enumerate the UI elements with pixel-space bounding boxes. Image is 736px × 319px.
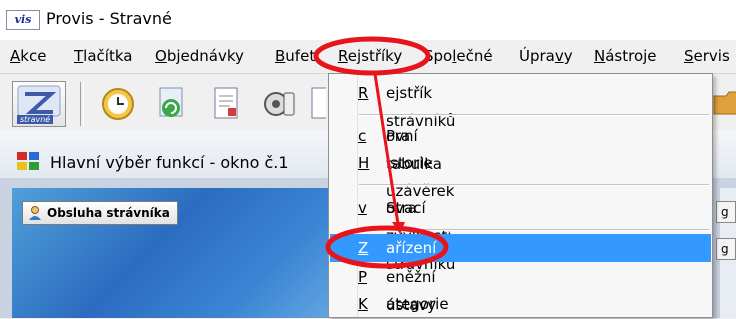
window-title: Provis - Stravné bbox=[46, 9, 172, 28]
app-logo-icon: vis bbox=[6, 10, 40, 30]
menu-akce[interactable]: Akce bbox=[10, 47, 46, 65]
menu-bufet[interactable]: Bufet bbox=[275, 47, 315, 65]
menu-nastroje[interactable]: Nástroje bbox=[594, 47, 657, 65]
menu-tlacitka[interactable]: Tlačítka bbox=[74, 47, 132, 65]
menu-item-penezni-ustavy[interactable]: Peněžní ústavy bbox=[330, 263, 711, 314]
refresh-document-icon[interactable] bbox=[152, 84, 190, 122]
menu-bar: Akce Tlačítka Objednávky Bufet Rejstříky… bbox=[0, 40, 736, 73]
partial-document-icon[interactable] bbox=[308, 84, 326, 122]
menu-item-zarizeni[interactable]: Zařízení bbox=[330, 234, 711, 262]
card-reader-icon[interactable] bbox=[260, 84, 298, 122]
menu-item-kategorie[interactable]: Kategorie bbox=[330, 290, 711, 318]
toolbar-separator bbox=[80, 82, 84, 126]
menu-item-pracovni-tabulka[interactable]: Pra c ovní tabulka bbox=[330, 122, 711, 173]
stravne-button-label: stravné bbox=[17, 115, 54, 124]
menu-separator bbox=[359, 114, 709, 116]
menu-item-historie-uzaverek[interactable]: Historie uzávěrek bbox=[330, 149, 711, 200]
edge-button[interactable]: g o bbox=[716, 201, 736, 223]
clock-icon[interactable] bbox=[98, 84, 136, 122]
menu-upravy[interactable]: Úpravy bbox=[519, 47, 573, 65]
menu-servis[interactable]: Servis bbox=[684, 47, 730, 65]
folder-icon[interactable] bbox=[712, 84, 736, 122]
menu-item-stravovaci-cykly[interactable]: Stravovací zyyklosti strávníků bbox=[330, 194, 711, 273]
document-icon[interactable] bbox=[206, 84, 244, 122]
edge-button[interactable]: g o bbox=[716, 238, 736, 260]
obsluha-stravnika-label: Obsluha strávníka bbox=[47, 206, 170, 220]
menu-item-rejstrik-stravniku[interactable]: Rejstřík strávníků bbox=[330, 79, 711, 130]
menu-objednavky[interactable]: Objednávky bbox=[155, 47, 244, 65]
functions-window-icon bbox=[17, 152, 39, 170]
menu-separator bbox=[359, 229, 709, 231]
menu-spolecne[interactable]: Společné bbox=[424, 47, 493, 65]
title-bar: vis Provis - Stravné bbox=[0, 0, 736, 40]
rejstriky-dropdown-menu: Rejstřík strávníků Pra c ovní tabulka Hist… bbox=[328, 73, 713, 318]
inner-window-title: Hlavní výběr funkcí - okno č.1 bbox=[50, 153, 289, 172]
obsluha-stravnika-button[interactable]: Obsluha strávníka bbox=[22, 201, 178, 225]
menu-rejstriky[interactable]: Rejstříky bbox=[338, 47, 402, 65]
stravne-button[interactable]: stravné bbox=[12, 81, 66, 127]
person-icon bbox=[29, 206, 41, 220]
menu-separator bbox=[359, 184, 709, 186]
